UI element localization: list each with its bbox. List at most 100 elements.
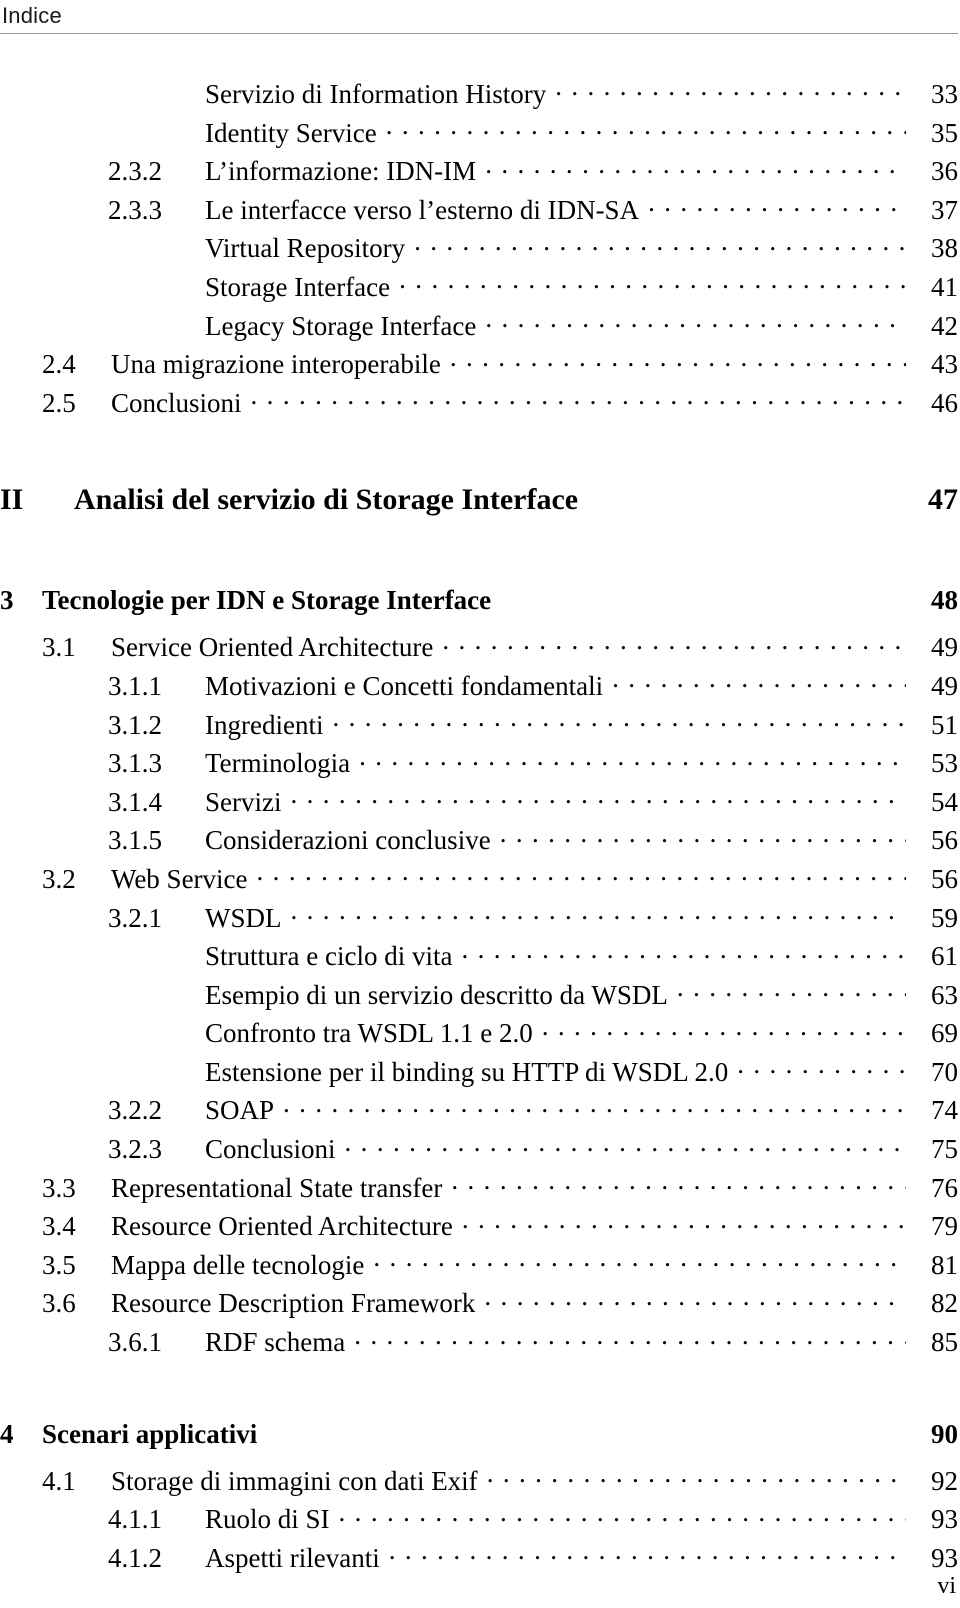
- toc-entry[interactable]: 3.3 Representational State transfer 76: [0, 1170, 958, 1209]
- toc-entry-number: 4.1.1: [108, 1504, 162, 1535]
- toc-entry-page-number: 85: [931, 1327, 958, 1358]
- toc-entry-title: L’informazione: IDN-IM: [205, 156, 477, 187]
- toc-dot-leader: [587, 493, 906, 509]
- toc-entry-page-number: 63: [931, 979, 958, 1010]
- toc-entry-title: Resource Description Framework: [111, 1288, 476, 1319]
- toc-entry[interactable]: 4.1.1 Ruolo di SI 93: [0, 1501, 958, 1540]
- toc-entry[interactable]: 2.3.2 L’informazione: IDN-IM 36: [0, 153, 958, 192]
- toc-dot-leader: [251, 385, 906, 412]
- toc-entry-number: 3.1.3: [108, 748, 162, 779]
- toc-dot-leader: [737, 1054, 906, 1081]
- toc-entry-page-number: 51: [931, 709, 958, 740]
- toc-dot-leader: [542, 1015, 906, 1042]
- toc-entry-title: Ruolo di SI: [205, 1504, 330, 1535]
- toc-entry-page-number: 69: [931, 1018, 958, 1049]
- toc-entry[interactable]: 3.1.5 Considerazioni conclusive 56: [0, 822, 958, 861]
- toc-entry[interactable]: Esempio di un servizio descritto da WSDL…: [0, 977, 958, 1016]
- toc-dot-leader: [354, 1324, 906, 1351]
- toc-entry[interactable]: 3 Tecnologie per IDN e Storage Interface 4…: [0, 585, 958, 629]
- toc-entry[interactable]: 3.6 Resource Description Framework 82: [0, 1285, 958, 1324]
- toc-entry-title: Servizio di Information History: [205, 79, 547, 109]
- toc-entry[interactable]: 2.4 Una migrazione interoperabile 43: [0, 346, 958, 385]
- toc-dot-leader: [257, 861, 906, 888]
- toc-dot-leader: [386, 115, 906, 142]
- toc-entry-number: 2.5: [42, 387, 76, 418]
- toc-dot-leader: [485, 308, 906, 335]
- toc-entry[interactable]: 3.1.4 Servizi 54: [0, 784, 958, 823]
- toc-entry-number: 3.2.2: [108, 1095, 162, 1126]
- toc-entry-title: Conclusioni: [111, 387, 242, 418]
- toc-entry-page-number: 75: [931, 1134, 958, 1165]
- toc-entry[interactable]: 3.4 Resource Oriented Architecture 79: [0, 1208, 958, 1247]
- toc-entry[interactable]: Servizio di Information History 33: [0, 76, 958, 115]
- toc-entry-title: RDF schema: [205, 1327, 346, 1358]
- toc-entry[interactable]: Legacy Storage Interface 42: [0, 308, 958, 347]
- toc-entry[interactable]: 2.3.3 Le interfacce verso l’esterno di ID…: [0, 192, 958, 231]
- toc-entry-title: Analisi del servizio di Storage Interfac…: [74, 483, 579, 517]
- toc-dot-leader: [451, 1170, 906, 1197]
- toc-entry[interactable]: 4.1.2 Aspetti rilevanti 93: [0, 1540, 958, 1579]
- toc-entry-title: Considerazioni conclusive: [205, 825, 491, 856]
- toc-entry[interactable]: Storage Interface 41: [0, 269, 958, 308]
- toc-entry[interactable]: 3.2.3 Conclusioni 75: [0, 1131, 958, 1170]
- toc-entry[interactable]: 3.1.2 Ingredienti 51: [0, 707, 958, 746]
- toc-entry[interactable]: Virtual Repository 38: [0, 230, 958, 269]
- toc-entry[interactable]: 3.1.3 Terminologia 53: [0, 745, 958, 784]
- toc-entry-page-number: 90: [931, 1418, 958, 1449]
- toc-entry[interactable]: 3.2.1 WSDL 59: [0, 900, 958, 939]
- toc-entry-page-number: 56: [931, 825, 958, 856]
- toc-dot-leader: [266, 1427, 906, 1443]
- toc-entry-title: Storage Interface: [205, 271, 391, 302]
- toc-entry[interactable]: 3.5 Mappa delle tecnologie 81: [0, 1247, 958, 1286]
- toc-entry-number: 3.5: [42, 1249, 76, 1280]
- toc-entry-title: Estensione per il binding su HTTP di WSD…: [205, 1056, 729, 1087]
- toc-dot-leader: [399, 269, 906, 296]
- toc-dot-leader: [487, 1463, 906, 1490]
- toc-entry[interactable]: Estensione per il binding su HTTP di WSD…: [0, 1054, 958, 1093]
- toc-entry-number: II: [0, 483, 24, 517]
- toc-entry[interactable]: 4.1 Storage di immagini con dati Exif 92: [0, 1463, 958, 1502]
- toc-entry-title: Representational State transfer: [111, 1172, 443, 1203]
- toc-entry-title: Motivazioni e Concetti fondamentali: [205, 670, 604, 701]
- toc-entry[interactable]: 4 Scenari applicativi 90: [0, 1419, 958, 1463]
- toc-entry-number: 3.6: [42, 1288, 76, 1319]
- toc-entry-page-number: 81: [931, 1249, 958, 1280]
- toc-entry[interactable]: 3.2 Web Service 56: [0, 861, 958, 900]
- toc-dot-leader: [450, 346, 906, 373]
- table-of-contents: Servizio di Information History 33 Identit…: [0, 76, 960, 1578]
- toc-entry[interactable]: 3.1 Service Oriented Architecture 49: [0, 629, 958, 668]
- toc-entry-number: 4.1.2: [108, 1542, 162, 1573]
- toc-entry-title: Conclusioni: [205, 1134, 336, 1165]
- toc-entry-page-number: 43: [931, 349, 958, 380]
- toc-entry[interactable]: Identity Service 35: [0, 115, 958, 154]
- toc-entry[interactable]: 3.2.2 SOAP 74: [0, 1092, 958, 1131]
- toc-entry-page-number: 48: [931, 585, 958, 616]
- toc-entry-page-number: 49: [931, 670, 958, 701]
- toc-entry-page-number: 74: [931, 1095, 958, 1126]
- toc-entry-number: 2.4: [42, 349, 76, 380]
- toc-dot-leader: [612, 668, 906, 695]
- toc-entry-number: 3.1.5: [108, 825, 162, 856]
- toc-entry[interactable]: Struttura e ciclo di vita 61: [0, 938, 958, 977]
- toc-entry[interactable]: 2.5 Conclusioni 46: [0, 385, 958, 424]
- toc-entry-page-number: 59: [931, 902, 958, 933]
- toc-entry[interactable]: Confronto tra WSDL 1.1 e 2.0 69: [0, 1015, 958, 1054]
- toc-entry-page-number: 82: [931, 1288, 958, 1319]
- toc-entry-title: Mappa delle tecnologie: [111, 1249, 365, 1280]
- toc-dot-leader: [461, 938, 906, 965]
- toc-entry[interactable]: 3.1.1 Motivazioni e Concetti fondamentali…: [0, 668, 958, 707]
- toc-entry-number: 2.3.2: [108, 156, 162, 187]
- running-header: Indice: [0, 0, 960, 40]
- toc-entry-title: Storage di immagini con dati Exif: [111, 1465, 478, 1496]
- toc-entry-number: 4: [0, 1418, 14, 1449]
- toc-entry-number: 2.3.3: [108, 194, 162, 225]
- toc-entry-title: Terminologia: [205, 748, 351, 779]
- toc-entry-title: Struttura e ciclo di vita: [205, 941, 453, 972]
- toc-entry-page-number: 49: [931, 632, 958, 663]
- toc-entry-page-number: 56: [931, 863, 958, 894]
- toc-entry[interactable]: 3.6.1 RDF schema 85: [0, 1324, 958, 1363]
- toc-entry-title: Tecnologie per IDN e Storage Interface: [42, 585, 492, 616]
- toc-spacer: [0, 529, 960, 585]
- toc-entry[interactable]: II Analisi del servizio di Storage Interf…: [0, 483, 958, 529]
- toc-entry-title: WSDL: [205, 902, 282, 933]
